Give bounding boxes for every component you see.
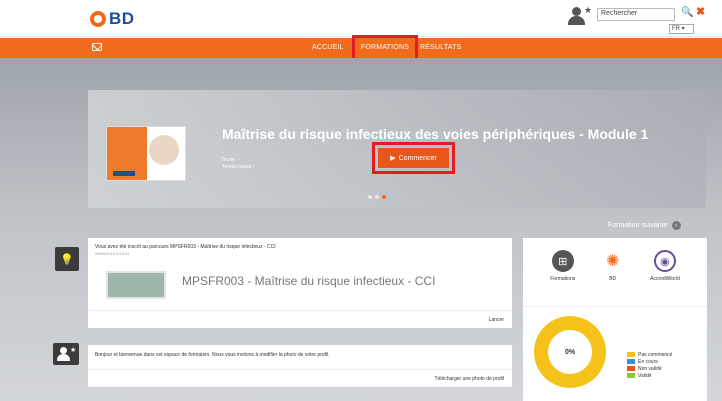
course-meta-dash: - <box>222 150 224 156</box>
carousel-dots <box>368 195 386 199</box>
play-icon: ▶ <box>390 155 396 162</box>
search-icon[interactable]: 🔍 <box>681 7 693 18</box>
carousel-dot[interactable] <box>375 195 379 199</box>
activity-title: Vous avez été inscrit au parcours MPSFR0… <box>95 244 276 250</box>
legend-item: Non validé <box>627 365 672 372</box>
start-button-highlight: ▶ Commencer <box>372 142 455 174</box>
app-label: Formations <box>550 276 576 282</box>
language-select[interactable]: FR ▾ <box>669 24 694 34</box>
start-button[interactable]: ▶ Commencer <box>378 148 449 168</box>
user-icon: ★ <box>53 343 79 365</box>
course-image[interactable] <box>106 271 166 299</box>
course-title: Maîtrise du risque infectieux des voies … <box>222 126 649 142</box>
chevron-right-icon: › <box>671 221 681 230</box>
user-profile-icon[interactable]: ★ <box>568 5 592 25</box>
bd-logo-icon <box>90 11 106 27</box>
course-meta: - Score : - Temps passé : - <box>222 150 257 171</box>
progress-percent: 0% <box>548 330 592 374</box>
welcome-footer: Télécharger une photo de profil <box>88 369 512 387</box>
activity-date: 06/09/2015 à 03:41 <box>95 251 130 256</box>
bd-logo[interactable]: BD <box>90 9 135 29</box>
legend-item: Validé <box>627 372 672 379</box>
grid-icon: ⊞ <box>551 250 574 272</box>
course-name[interactable]: MPSFR003 - Maîtrise du risque infectieux… <box>182 274 435 288</box>
app-formations[interactable]: ⊞ Formations <box>550 250 575 282</box>
logo-text: BD <box>109 9 135 28</box>
nav-item-accueil[interactable]: ACCUEIL <box>312 44 344 51</box>
progress-legend: Pas commencé En cours Non validé Validé <box>627 351 672 379</box>
search-input[interactable]: Rechercher <box>597 8 675 21</box>
side-panel: ⊞ Formations ✺ BD ◉ AccrediWorld 0% Pas … <box>523 238 707 401</box>
top-bar: BD ★ Rechercher 🔍 ✖ FR ▾ <box>0 0 722 37</box>
lightbulb-icon: 💡 <box>55 247 79 271</box>
activity-footer: Lancer <box>88 310 512 328</box>
app-accrediworld[interactable]: ◉ AccrediWorld <box>650 250 680 282</box>
legend-item: En cours <box>627 358 672 365</box>
next-course-label: Formation suivante <box>608 222 668 229</box>
welcome-message: Bonjour et bienvenue dans cet espace de … <box>95 352 330 358</box>
course-time-spent: Temps passé : - <box>222 164 258 170</box>
launch-link[interactable]: Lancer <box>489 317 504 323</box>
mail-icon[interactable] <box>92 43 102 51</box>
app-bd[interactable]: ✺ BD <box>601 250 624 282</box>
welcome-card: Bonjour et bienvenue dans cet espace de … <box>88 345 512 387</box>
bd-logo-icon: ✺ <box>601 250 624 272</box>
upload-photo-link[interactable]: Télécharger une photo de profil <box>435 376 505 382</box>
divider <box>523 306 707 307</box>
carousel-dot[interactable] <box>368 195 372 199</box>
next-course-link[interactable]: Formation suivante › <box>608 221 681 230</box>
start-button-label: Commencer <box>398 154 437 162</box>
app-shortcuts: ⊞ Formations ✺ BD ◉ AccrediWorld <box>523 250 707 282</box>
legend-item: Pas commencé <box>627 351 672 358</box>
course-score: Score : - <box>222 157 241 163</box>
progress-donut: 0% <box>534 316 606 388</box>
close-icon[interactable]: ✖ <box>696 5 705 18</box>
app-label: AccrediWorld <box>650 276 680 282</box>
carousel-dot-active[interactable] <box>382 195 386 199</box>
activity-card: Vous avez été inscrit au parcours MPSFR0… <box>88 238 512 328</box>
accrediworld-icon: ◉ <box>653 250 676 272</box>
course-thumbnail[interactable] <box>106 126 186 181</box>
nav-item-resultats[interactable]: RÉSULTATS <box>420 44 461 51</box>
app-label: BD <box>609 276 617 282</box>
main-nav: ACCUEIL FORMATIONS RÉSULTATS <box>0 35 722 63</box>
